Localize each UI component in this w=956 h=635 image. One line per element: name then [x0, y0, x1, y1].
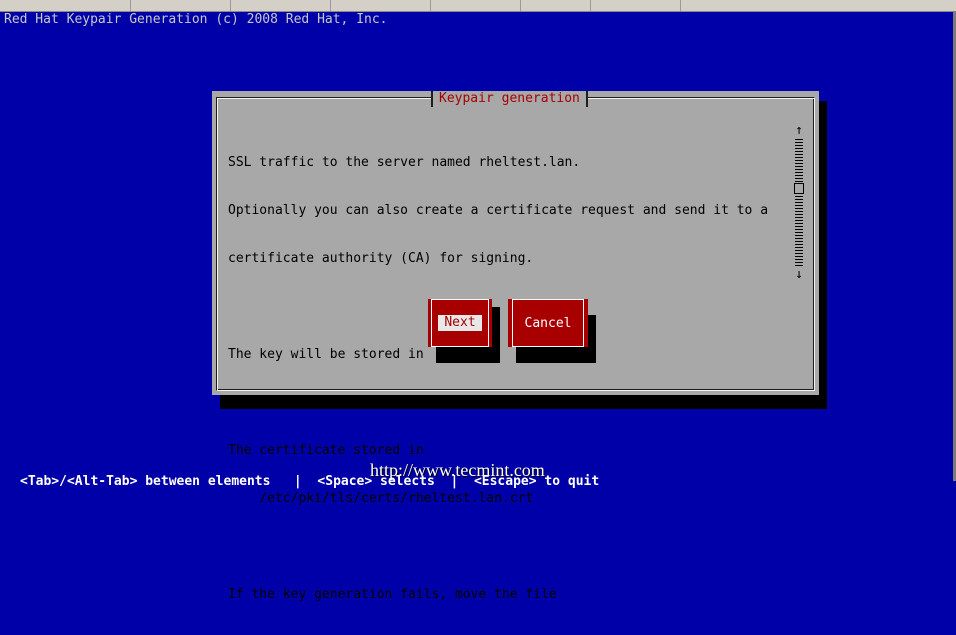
- cancel-button-label: Cancel: [524, 315, 572, 331]
- tab-divider: [130, 0, 131, 11]
- tab-divider: [520, 0, 521, 11]
- body-line: [228, 539, 788, 555]
- tab-divider: [230, 0, 231, 11]
- window-tab-strip: [0, 0, 956, 12]
- body-line: If the key generation fails, move the fi…: [228, 587, 557, 602]
- next-button-label: Next: [438, 315, 482, 331]
- next-button-border: Next: [431, 299, 489, 347]
- scroll-track[interactable]: [794, 139, 804, 267]
- body-line: SSL traffic to the server named rheltest…: [228, 155, 581, 170]
- dialog-body-text: SSL traffic to the server named rheltest…: [228, 123, 788, 635]
- body-line: /etc/pki/tls/certs/rheltest.lan.crt: [228, 491, 534, 506]
- cancel-button[interactable]: Cancel: [508, 299, 588, 347]
- cancel-button-border: Cancel: [512, 299, 584, 347]
- tab-divider: [330, 0, 331, 11]
- scroll-thumb[interactable]: [794, 183, 804, 194]
- body-line: The certificate stored in: [228, 443, 424, 458]
- body-line: Optionally you can also create a certifi…: [228, 203, 769, 218]
- scroll-up-arrow-icon[interactable]: ↑: [793, 123, 805, 139]
- tab-divider: [590, 0, 591, 11]
- scroll-down-arrow-icon[interactable]: ↓: [793, 267, 805, 283]
- body-line: The key will be stored in: [228, 347, 424, 362]
- window-title-line: Red Hat Keypair Generation (c) 2008 Red …: [4, 12, 388, 27]
- text-scrollbar[interactable]: ↑ ↓: [793, 123, 805, 283]
- tab-divider: [430, 0, 431, 11]
- dialog-title: Keypair generation: [431, 91, 588, 107]
- next-button[interactable]: Next: [428, 299, 492, 347]
- keyboard-hint-bar: <Tab>/<Alt-Tab> between elements | <Spac…: [20, 474, 600, 489]
- body-line: certificate authority (CA) for signing.: [228, 251, 534, 266]
- tab-divider: [680, 0, 681, 11]
- body-line: /etc/pki/tls/private/rheltest.lan.key: [228, 395, 549, 410]
